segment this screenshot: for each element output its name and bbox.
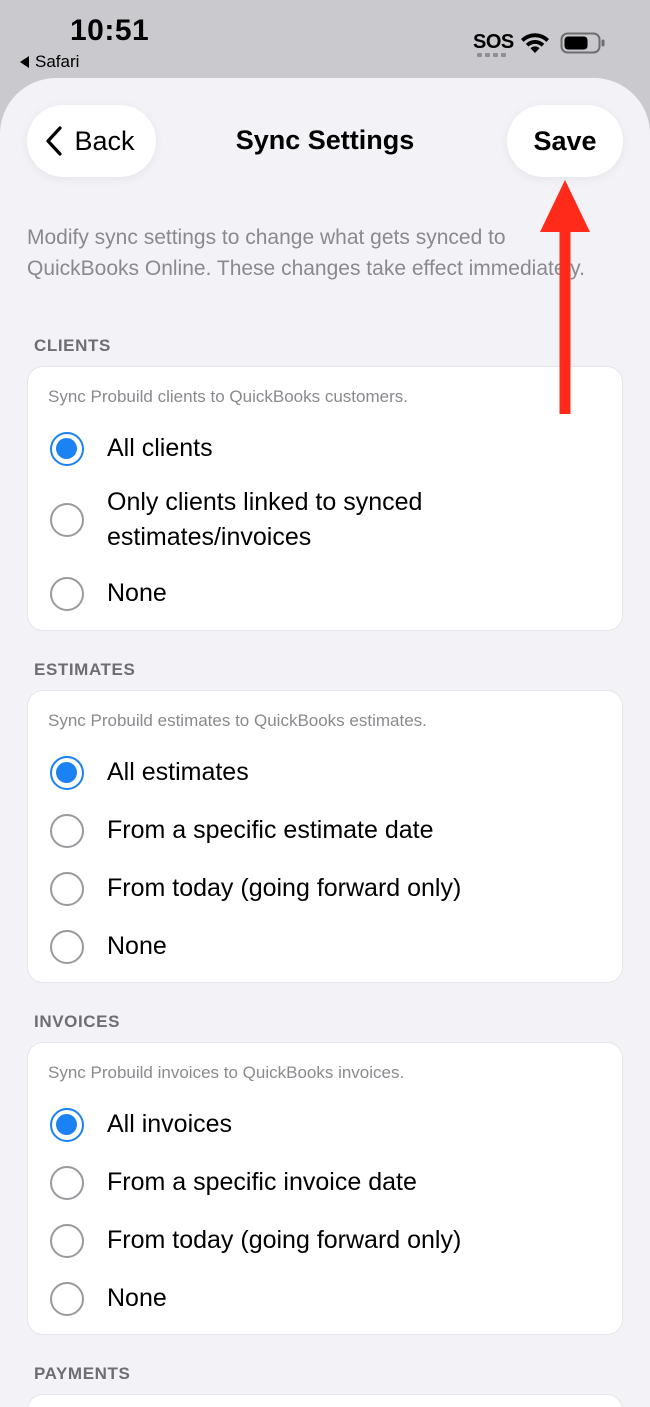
- back-to-app-link[interactable]: Safari: [20, 52, 79, 72]
- radio-unselected-icon[interactable]: [50, 503, 84, 537]
- radio-unselected-icon[interactable]: [50, 577, 84, 611]
- radio-unselected-icon[interactable]: [50, 872, 84, 906]
- payments-section-header: PAYMENTS: [34, 1364, 131, 1383]
- option-label: All invoices: [107, 1110, 233, 1138]
- option-label: From a specific estimate date: [107, 816, 434, 844]
- clients-option-none[interactable]: None: [28, 572, 624, 616]
- clients-option-linked[interactable]: Only clients linked to synced estimates/…: [28, 485, 624, 555]
- wifi-icon: [521, 33, 549, 53]
- battery-icon: [560, 32, 605, 54]
- radio-unselected-icon[interactable]: [50, 1282, 84, 1316]
- invoices-option-from-today[interactable]: From today (going forward only): [28, 1219, 624, 1263]
- invoices-option-all[interactable]: All invoices: [28, 1103, 624, 1147]
- invoices-option-none[interactable]: None: [28, 1277, 624, 1321]
- back-app-label: Safari: [35, 52, 80, 71]
- estimates-option-none[interactable]: None: [28, 925, 624, 969]
- estimates-option-from-today[interactable]: From today (going forward only): [28, 867, 624, 911]
- back-triangle-icon: [20, 56, 29, 68]
- estimates-option-specific-date[interactable]: From a specific estimate date: [28, 809, 624, 853]
- radio-unselected-icon[interactable]: [50, 1224, 84, 1258]
- payments-card: [27, 1394, 623, 1407]
- invoices-section-header: INVOICES: [34, 1012, 121, 1031]
- radio-unselected-icon[interactable]: [50, 1166, 84, 1200]
- save-button[interactable]: Save: [507, 105, 623, 177]
- option-label: From today (going forward only): [107, 874, 462, 902]
- radio-selected-icon[interactable]: [50, 432, 84, 466]
- sync-settings-sheet: Back Sync Settings Save Modify sync sett…: [0, 78, 650, 1407]
- option-label: All estimates: [107, 758, 249, 786]
- radio-selected-icon[interactable]: [50, 756, 84, 790]
- intro-text: Modify sync settings to change what gets…: [27, 226, 585, 280]
- clients-section-header: CLIENTS: [34, 336, 111, 355]
- invoices-description: Sync Probuild invoices to QuickBooks inv…: [48, 1063, 405, 1082]
- estimates-card: Sync Probuild estimates to QuickBooks es…: [27, 690, 623, 983]
- clients-option-all[interactable]: All clients: [28, 427, 624, 471]
- save-button-label: Save: [533, 125, 597, 156]
- clients-card: Sync Probuild clients to QuickBooks cust…: [27, 366, 623, 631]
- screen: 10:51 Safari SOS Back Sync Settings Save…: [0, 0, 650, 1407]
- option-label: Only clients linked to synced estimates/…: [107, 488, 423, 551]
- invoices-option-specific-date[interactable]: From a specific invoice date: [28, 1161, 624, 1205]
- option-label: From a specific invoice date: [107, 1168, 417, 1196]
- sos-indicator: SOS: [473, 31, 514, 53]
- radio-selected-icon[interactable]: [50, 1108, 84, 1142]
- status-time: 10:51: [70, 14, 150, 47]
- option-label: All clients: [107, 434, 213, 462]
- radio-unselected-icon[interactable]: [50, 930, 84, 964]
- clients-description: Sync Probuild clients to QuickBooks cust…: [48, 387, 408, 406]
- invoices-card: Sync Probuild invoices to QuickBooks inv…: [27, 1042, 623, 1335]
- radio-unselected-icon[interactable]: [50, 814, 84, 848]
- signal-dots-icon: [477, 53, 506, 57]
- option-label: None: [107, 1284, 167, 1312]
- option-label: None: [107, 579, 167, 607]
- estimates-section-header: ESTIMATES: [34, 660, 136, 679]
- option-label: None: [107, 932, 167, 960]
- estimates-description: Sync Probuild estimates to QuickBooks es…: [48, 711, 427, 730]
- estimates-option-all[interactable]: All estimates: [28, 751, 624, 795]
- option-label: From today (going forward only): [107, 1226, 462, 1254]
- status-bar: 10:51 Safari SOS: [0, 0, 650, 78]
